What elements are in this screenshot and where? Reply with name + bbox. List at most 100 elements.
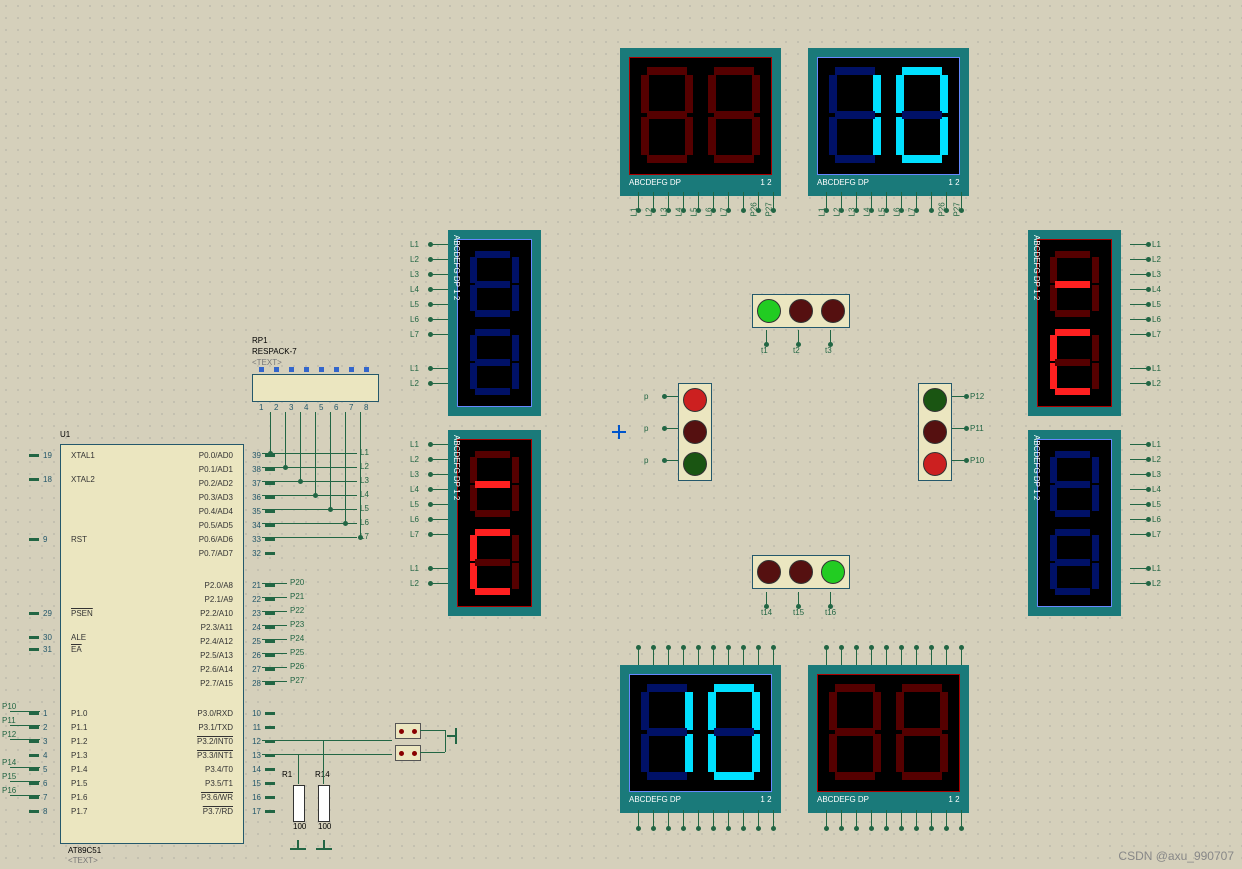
- rp1-pad: [304, 367, 309, 372]
- u1-pinnum-18: 18: [43, 475, 52, 484]
- net-side-pin: L4: [410, 485, 419, 494]
- net-side-pin: L7: [1152, 330, 1161, 339]
- net-side-pin: L5: [410, 500, 419, 509]
- u1-pinnum-3: 3: [43, 737, 47, 746]
- led-west-green: [683, 452, 707, 476]
- u1-stub: [265, 468, 275, 471]
- tl-net: p: [644, 392, 648, 401]
- u1-at89c51[interactable]: 19 XTAL1 18 XTAL2 9 RST 29 PSEN 30 ALE 3…: [60, 444, 244, 844]
- u1-pin-P1.5: P1.5: [71, 779, 87, 788]
- traffic-light-north[interactable]: [752, 294, 850, 328]
- u1-stub: [265, 626, 275, 629]
- display-south-red[interactable]: ABCDEFG DP1 2: [808, 665, 969, 813]
- u1-stub: [29, 796, 39, 799]
- rp1-pad: [289, 367, 294, 372]
- rp1-pin-5: 5: [319, 403, 323, 412]
- display-north-red[interactable]: ABCDEFG DP1 2: [620, 48, 781, 196]
- net-P24: P24: [290, 634, 304, 643]
- u1-pinnum-12: 12: [252, 737, 261, 746]
- u1-pin-P2.6/A14: P2.6/A14: [200, 665, 233, 674]
- u1-pinnum-11: 11: [253, 723, 261, 732]
- u1-stub: [265, 712, 275, 715]
- net-disp-pin: P26: [938, 202, 947, 216]
- net-side-pin: L7: [1152, 530, 1161, 539]
- u1-ref: U1: [60, 430, 70, 439]
- u1-pinnum-22: 22: [252, 595, 261, 604]
- disp-west-blue-label: ABCDEFG DP 1 2: [452, 235, 461, 300]
- u1-pinnum-15: 15: [252, 779, 261, 788]
- u1-pinnum-16: 16: [252, 793, 261, 802]
- net-side-pin: L1: [410, 240, 419, 249]
- u1-pin-P3.2/INT0: P3.2/INT0: [197, 737, 233, 746]
- disp-footer-pins: ABCDEFG DP: [629, 178, 681, 187]
- resistor-r1[interactable]: [293, 785, 305, 822]
- led-north-red: [821, 299, 845, 323]
- u1-stub: [265, 782, 275, 785]
- net-disp-pin: L2: [833, 208, 842, 217]
- tl-net: P11: [970, 424, 984, 433]
- u1-pinnum-17: 17: [252, 807, 261, 816]
- button-1[interactable]: [395, 723, 421, 739]
- traffic-light-west[interactable]: [678, 383, 712, 481]
- r14-val: 100: [318, 822, 331, 831]
- traffic-light-east[interactable]: [918, 383, 952, 481]
- u1-stub: [29, 612, 39, 615]
- net-L3: L3: [360, 476, 369, 485]
- net-side-pin: L6: [410, 515, 419, 524]
- u1-pinnum-38: 38: [252, 465, 261, 474]
- net-side-pin: L1: [410, 440, 419, 449]
- u1-pin-P1.3: P1.3: [71, 751, 87, 760]
- u1-stub: [265, 584, 275, 587]
- u1-stub: [265, 598, 275, 601]
- net-disp-pin: L1: [818, 208, 827, 217]
- net-disp-pin: L1: [630, 208, 639, 217]
- rp1-pad: [274, 367, 279, 372]
- display-west-red[interactable]: [448, 430, 541, 616]
- net-side-pin: L1: [410, 564, 419, 573]
- u1-pinnum-35: 35: [252, 507, 261, 516]
- display-north-blue[interactable]: ABCDEFG DP1 2: [808, 48, 969, 196]
- u1-pin-P3.5/T1: P3.5/T1: [205, 779, 233, 788]
- u1-stub: [265, 768, 275, 771]
- net-P20: P20: [290, 578, 304, 587]
- tl-net: t16: [825, 608, 836, 617]
- u1-pin-P0.0/AD0: P0.0/AD0: [199, 451, 233, 460]
- display-east-red[interactable]: [1028, 230, 1121, 416]
- u1-pin-P2.7/A15: P2.7/A15: [200, 679, 233, 688]
- u1-pin-ALE: ALE: [71, 633, 86, 642]
- display-east-blue[interactable]: [1028, 430, 1121, 616]
- net-L5: L5: [360, 504, 369, 513]
- u1-pinnum-21: 21: [252, 581, 261, 590]
- net-disp-pin: L7: [720, 208, 729, 217]
- net-side-pin: L1: [1152, 240, 1161, 249]
- u1-stub: [265, 810, 275, 813]
- net-disp-pin: L6: [705, 208, 714, 217]
- display-south-blue[interactable]: ABCDEFG DP1 2: [620, 665, 781, 813]
- net-side-pin: L5: [1152, 500, 1161, 509]
- net-disp-pin: L5: [878, 208, 887, 217]
- rp1-respack[interactable]: 1 2 3 4 5 6 7 8: [252, 374, 379, 402]
- u1-pinnum-2: 2: [43, 723, 47, 732]
- u1-stub: [265, 796, 275, 799]
- u1-pinnum-23: 23: [252, 609, 261, 618]
- tl-net: P12: [970, 392, 984, 401]
- button-2[interactable]: [395, 745, 421, 761]
- rp1-pin-7: 7: [349, 403, 353, 412]
- u1-pin-P1.6: P1.6: [71, 793, 87, 802]
- net-side-pin: L2: [1152, 455, 1161, 464]
- r1-val: 100: [293, 822, 306, 831]
- disp-west-red-label: ABCDEFG DP 1 2: [452, 435, 461, 500]
- net-side-pin: L7: [410, 330, 419, 339]
- net-side-pin: L3: [410, 270, 419, 279]
- u1-stub: [265, 654, 275, 657]
- u1-stub: [265, 726, 275, 729]
- net-disp-pin: L2: [645, 208, 654, 217]
- net-side-pin: L1: [410, 364, 419, 373]
- display-west-blue[interactable]: [448, 230, 541, 416]
- u1-stub: [29, 754, 39, 757]
- tl-net: p: [644, 424, 648, 433]
- net-disp-pin: L6: [893, 208, 902, 217]
- u1-stub: [29, 768, 39, 771]
- resistor-r14[interactable]: [318, 785, 330, 822]
- traffic-light-south[interactable]: [752, 555, 850, 589]
